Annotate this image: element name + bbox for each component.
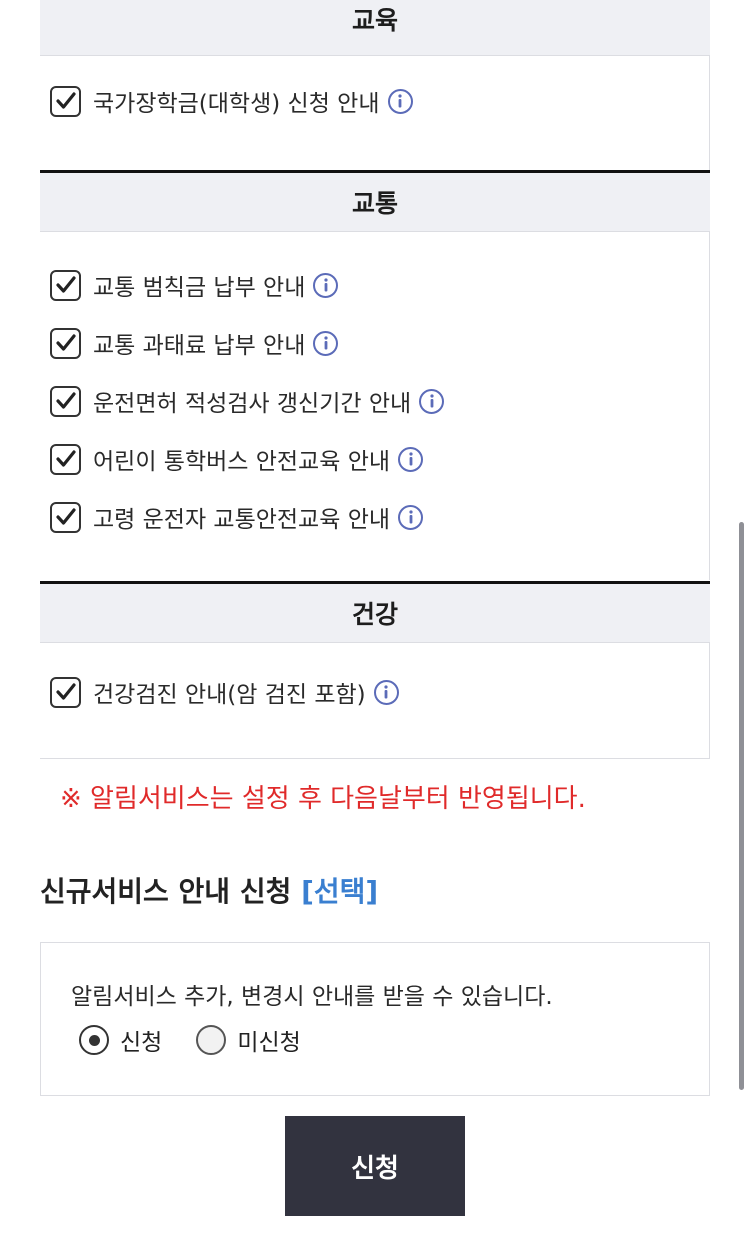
radio-group: 신청 미신청 (79, 1023, 335, 1057)
scrollbar[interactable] (739, 522, 744, 1090)
new-service-title: 신규서비스 안내 신청 [선택] (40, 870, 378, 910)
list-item[interactable]: 어린이 통학버스 안전교육 안내 (40, 430, 709, 488)
radio-unchecked-icon[interactable] (196, 1025, 227, 1055)
info-icon[interactable] (387, 88, 413, 114)
section-health: 건강 건강검진 안내(암 검진 포함) (40, 581, 710, 759)
submit-button[interactable]: 신청 (285, 1116, 465, 1216)
item-label: 어린이 통학버스 안전교육 안내 (93, 449, 391, 475)
checked-checkbox-icon[interactable] (50, 269, 81, 301)
optional-tag: [선택] (301, 875, 379, 908)
item-label: 교통 범칙금 납부 안내 (93, 275, 306, 301)
checked-checkbox-icon[interactable] (50, 676, 81, 708)
checked-checkbox-icon[interactable] (50, 85, 81, 117)
item-label: 국가장학금(대학생) 신청 안내 (93, 91, 380, 117)
item-label: 운전면허 적성검사 갱신기간 안내 (93, 391, 412, 417)
section-title: 교통 (40, 170, 710, 232)
item-label: 교통 과태료 납부 안내 (93, 333, 306, 359)
radio-label: 미신청 (237, 1030, 301, 1056)
info-icon[interactable] (373, 679, 399, 705)
list-item[interactable]: 국가장학금(대학생) 신청 안내 (40, 72, 709, 130)
list-item[interactable]: 교통 범칙금 납부 안내 (40, 256, 709, 314)
list-item[interactable]: 교통 과태료 납부 안내 (40, 314, 709, 372)
new-service-option-box: 알림서비스 추가, 변경시 안내를 받을 수 있습니다. 신청 미신청 (40, 942, 710, 1096)
checked-checkbox-icon[interactable] (50, 443, 81, 475)
info-icon[interactable] (398, 446, 424, 472)
list-item[interactable]: 운전면허 적성검사 갱신기간 안내 (40, 372, 709, 430)
info-icon[interactable] (398, 504, 424, 530)
section-traffic: 교통 교통 범칙금 납부 안내 교통 과태료 납부 안내 운전면허 적성검사 갱… (40, 170, 710, 580)
info-icon[interactable] (313, 272, 339, 298)
info-icon[interactable] (419, 388, 445, 414)
list-item[interactable]: 고령 운전자 교통안전교육 안내 (40, 488, 709, 546)
item-label: 고령 운전자 교통안전교육 안내 (93, 507, 391, 533)
checked-checkbox-icon[interactable] (50, 501, 81, 533)
info-icon[interactable] (313, 330, 339, 356)
new-service-title-text: 신규서비스 안내 신청 (40, 875, 292, 908)
checked-checkbox-icon[interactable] (50, 385, 81, 417)
section-title: 교육 (40, 0, 710, 56)
item-label: 건강검진 안내(암 검진 포함) (93, 682, 366, 708)
section-education: 교육 국가장학금(대학생) 신청 안내 (40, 0, 710, 172)
section-title: 건강 (40, 581, 710, 643)
checked-checkbox-icon[interactable] (50, 327, 81, 359)
notice-text: ※ 알림서비스는 설정 후 다음날부터 반영됩니다. (60, 784, 586, 814)
radio-not-apply[interactable]: 미신청 (196, 1023, 301, 1057)
new-service-description: 알림서비스 추가, 변경시 안내를 받을 수 있습니다. (71, 984, 553, 1010)
list-item[interactable]: 건강검진 안내(암 검진 포함) (40, 663, 709, 721)
radio-checked-icon[interactable] (79, 1025, 109, 1055)
radio-label: 신청 (120, 1030, 163, 1056)
radio-apply[interactable]: 신청 (79, 1023, 162, 1057)
